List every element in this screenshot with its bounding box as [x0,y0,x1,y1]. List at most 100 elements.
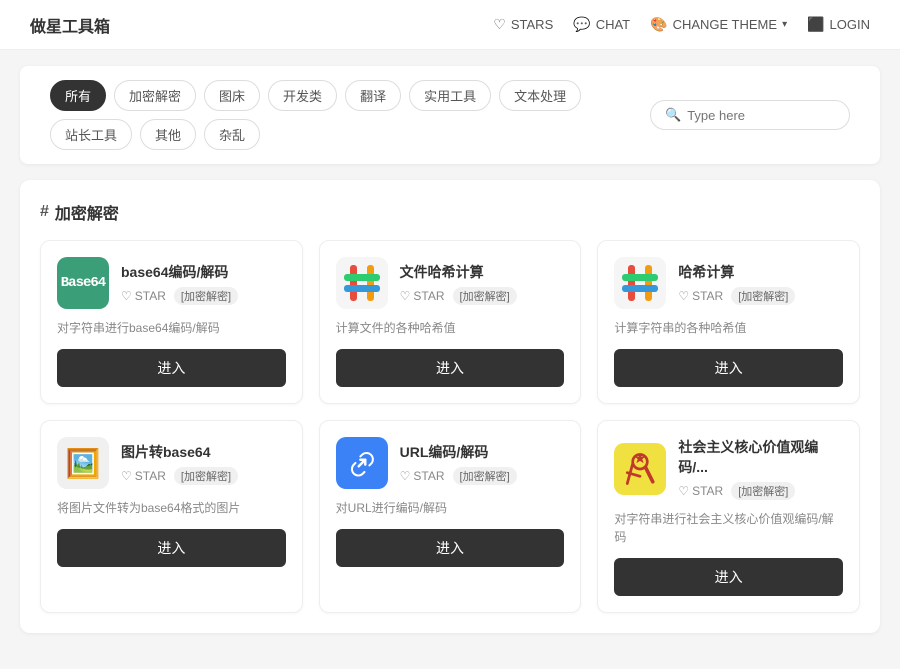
nav-theme[interactable]: 🎨 CHANGE THEME ▾ [650,16,787,33]
search-box: 🔍 [650,100,850,130]
card-star-btn[interactable]: ♡ STAR [678,289,723,303]
card-social: 社会主义核心价值观编码/... ♡ STAR [加密解密] 对字符串进行社会主义… [597,420,860,613]
star-label: STAR [413,469,444,483]
card-header: 哈希计算 ♡ STAR [加密解密] [614,257,843,309]
logo: 做星工具箱 [30,13,110,37]
filter-tag-crypto[interactable]: 加密解密 [114,80,196,111]
card-title-area: 社会主义核心价值观编码/... ♡ STAR [加密解密] [678,437,843,500]
crypto-section: # 加密解密 Base64 base64编码/解码 ♡ STAR [加密解密] … [20,180,880,633]
filter-tag-dev[interactable]: 开发类 [268,80,337,111]
card-desc: 将图片文件转为base64格式的图片 [57,499,286,517]
search-input[interactable] [687,108,837,123]
theme-icon: 🎨 [650,16,667,33]
filter-tag-text[interactable]: 文本处理 [499,80,581,111]
star-label: STAR [692,484,723,498]
card-name: 哈希计算 [678,262,843,282]
card-header: 文件哈希计算 ♡ STAR [加密解密] [336,257,565,309]
header: 做星工具箱 ♡ STARS 💬 CHAT 🎨 CHANGE THEME ▾ ⬛ … [0,0,900,50]
card-category-tag: [加密解密] [731,482,795,500]
card-meta: ♡ STAR [加密解密] [400,467,565,485]
chevron-down-icon: ▾ [782,19,787,30]
card-star-btn[interactable]: ♡ STAR [400,289,445,303]
card-meta: ♡ STAR [加密解密] [400,287,565,305]
login-icon: ⬛ [807,16,824,33]
card-star-btn[interactable]: ♡ STAR [121,289,166,303]
card-desc: 对URL进行编码/解码 [336,499,565,517]
card-meta: ♡ STAR [加密解密] [121,467,286,485]
card-url-encode: URL编码/解码 ♡ STAR [加密解密] 对URL进行编码/解码 进入 [319,420,582,613]
card-meta: ♡ STAR [加密解密] [678,482,843,500]
card-title-area: 哈希计算 ♡ STAR [加密解密] [678,262,843,305]
search-icon: 🔍 [665,107,681,123]
card-enter-btn[interactable]: 进入 [614,349,843,387]
nav-chat-label: CHAT [596,17,630,32]
card-enter-btn[interactable]: 进入 [336,529,565,567]
card-enter-btn[interactable]: 进入 [57,349,286,387]
card-star-btn[interactable]: ♡ STAR [121,469,166,483]
card-desc: 对字符串进行base64编码/解码 [57,319,286,337]
card-name: 社会主义核心价值观编码/... [678,437,843,477]
chat-icon: 💬 [573,16,590,33]
filter-tag-translate[interactable]: 翻译 [345,80,401,111]
nav-stars-label: STARS [511,17,553,32]
card-desc: 对字符串进行社会主义核心价值观编码/解码 [614,510,843,546]
card-desc: 计算字符串的各种哈希值 [614,319,843,337]
nav-stars[interactable]: ♡ STARS [493,16,553,33]
filter-tag-other[interactable]: 其他 [140,119,196,150]
card-header: 🖼️ 图片转base64 ♡ STAR [加密解密] [57,437,286,489]
filter-tag-all[interactable]: 所有 [50,80,106,111]
heart-icon: ♡ [493,16,506,33]
card-base64: Base64 base64编码/解码 ♡ STAR [加密解密] 对字符串进行b… [40,240,303,404]
card-enter-btn[interactable]: 进入 [57,529,286,567]
heart-icon: ♡ [121,469,132,483]
heart-icon: ♡ [400,289,411,303]
card-star-btn[interactable]: ♡ STAR [678,484,723,498]
card-header: URL编码/解码 ♡ STAR [加密解密] [336,437,565,489]
card-title-area: base64编码/解码 ♡ STAR [加密解密] [121,262,286,305]
star-label: STAR [135,289,166,303]
card-category-tag: [加密解密] [453,467,517,485]
filter-tag-site[interactable]: 站长工具 [50,119,132,150]
filter-bar: 所有加密解密图床开发类翻译实用工具文本处理站长工具其他杂乱 🔍 [20,66,880,164]
star-label: STAR [692,289,723,303]
nav-login[interactable]: ⬛ LOGIN [807,16,870,33]
cards-grid: Base64 base64编码/解码 ♡ STAR [加密解密] 对字符串进行b… [40,240,860,613]
main-content: # 加密解密 Base64 base64编码/解码 ♡ STAR [加密解密] … [0,180,900,669]
star-label: STAR [135,469,166,483]
card-meta: ♡ STAR [加密解密] [678,287,843,305]
filter-tag-image[interactable]: 图床 [204,80,260,111]
heart-icon: ♡ [678,484,689,498]
header-nav: ♡ STARS 💬 CHAT 🎨 CHANGE THEME ▾ ⬛ LOGIN [493,16,870,33]
card-img-base64: 🖼️ 图片转base64 ♡ STAR [加密解密] 将图片文件转为base64… [40,420,303,613]
hash-symbol: # [40,203,49,221]
card-enter-btn[interactable]: 进入 [614,558,843,596]
card-enter-btn[interactable]: 进入 [336,349,565,387]
card-name: base64编码/解码 [121,262,286,282]
card-name: 文件哈希计算 [400,262,565,282]
card-header: 社会主义核心价值观编码/... ♡ STAR [加密解密] [614,437,843,500]
filter-tags: 所有加密解密图床开发类翻译实用工具文本处理站长工具其他杂乱 [50,80,650,150]
nav-login-label: LOGIN [830,17,870,32]
heart-icon: ♡ [678,289,689,303]
card-category-tag: [加密解密] [731,287,795,305]
card-meta: ♡ STAR [加密解密] [121,287,286,305]
card-title-area: 文件哈希计算 ♡ STAR [加密解密] [400,262,565,305]
card-title-area: 图片转base64 ♡ STAR [加密解密] [121,442,286,485]
nav-chat[interactable]: 💬 CHAT [573,16,630,33]
nav-theme-label: CHANGE THEME [673,17,778,32]
card-file-hash: 文件哈希计算 ♡ STAR [加密解密] 计算文件的各种哈希值 进入 [319,240,582,404]
card-title-area: URL编码/解码 ♡ STAR [加密解密] [400,442,565,485]
filter-tag-misc[interactable]: 杂乱 [204,119,260,150]
star-label: STAR [413,289,444,303]
card-star-btn[interactable]: ♡ STAR [400,469,445,483]
card-name: URL编码/解码 [400,442,565,462]
card-hash-calc: 哈希计算 ♡ STAR [加密解密] 计算字符串的各种哈希值 进入 [597,240,860,404]
filter-tag-tools[interactable]: 实用工具 [409,80,491,111]
card-name: 图片转base64 [121,442,286,462]
section-title-text: 加密解密 [55,200,119,224]
heart-icon: ♡ [121,289,132,303]
heart-icon: ♡ [400,469,411,483]
section-title: # 加密解密 [40,200,860,224]
card-header: Base64 base64编码/解码 ♡ STAR [加密解密] [57,257,286,309]
card-category-tag: [加密解密] [453,287,517,305]
